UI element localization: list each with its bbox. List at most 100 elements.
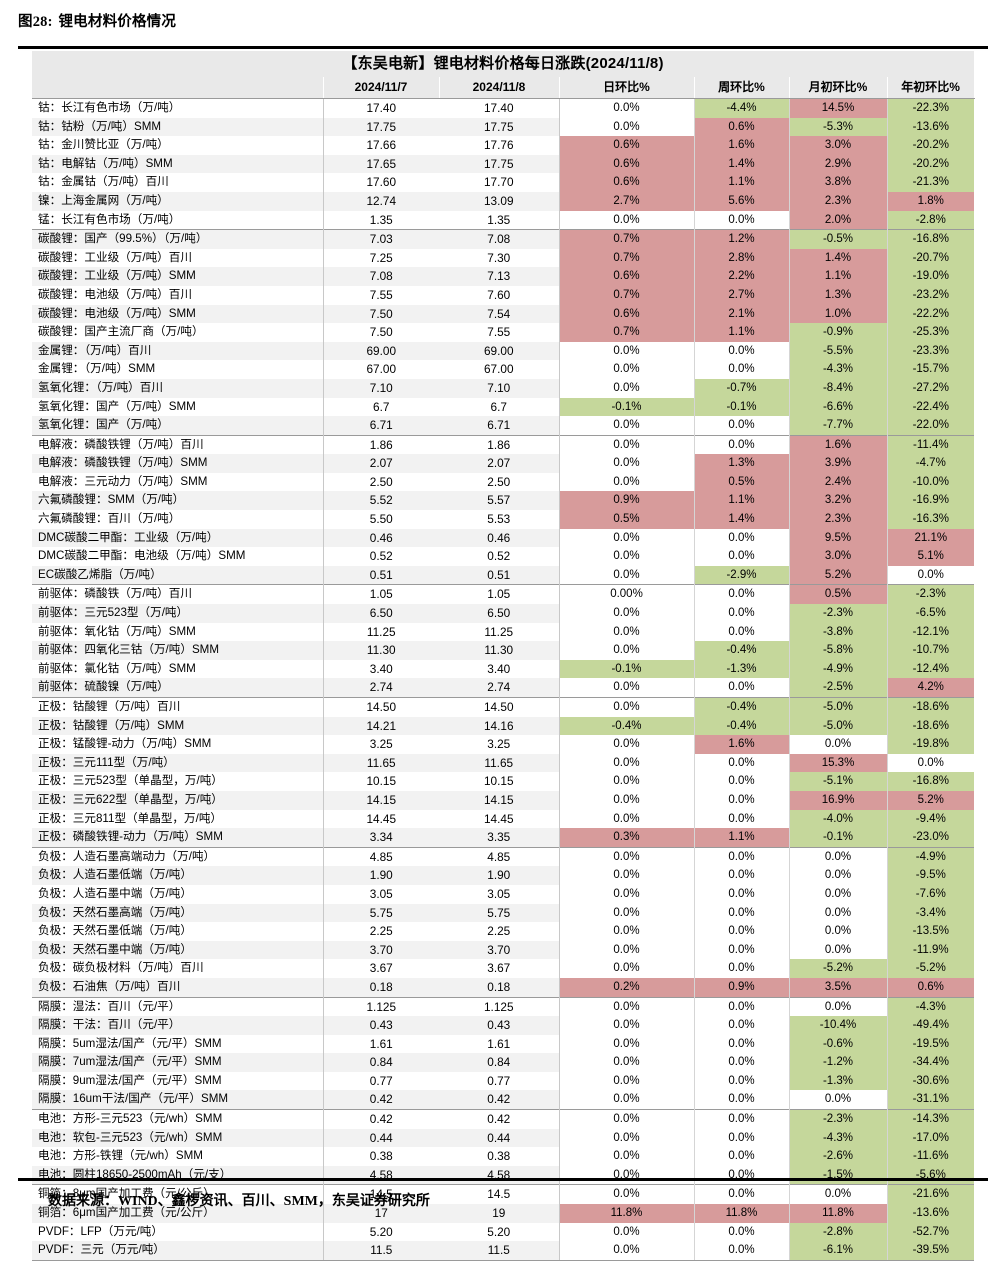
cell-price-curr: 3.35 — [439, 828, 560, 848]
cell-material-name: 负极：石油焦（万/吨）百川 — [32, 977, 324, 997]
table-row: 电池：方形-三元523（元/wh）SMM 0.42 0.42 0.0% 0.0% -2.3… — [32, 1109, 975, 1129]
cell-year-start-change: -23.2% — [887, 285, 975, 305]
cell-daily-change: 0.0% — [559, 641, 695, 660]
cell-daily-change: 0.0% — [559, 903, 695, 923]
cell-year-start-change: -20.2% — [887, 154, 975, 174]
cell-daily-change: 0.6% — [559, 154, 695, 174]
cell-material-name: 负极：碳负极材料（万/吨）百川 — [32, 959, 324, 978]
cell-month-start-change: -1.2% — [789, 1053, 888, 1072]
cell-daily-change: 0.0% — [559, 884, 695, 904]
table-row: 正极：钴酸锂（万/吨）百川 14.50 14.50 0.0% -0.4% -5.0% -18… — [32, 696, 975, 717]
cell-weekly-change: -0.4% — [694, 696, 790, 717]
cell-daily-change: 0.0% — [559, 210, 695, 230]
cell-year-start-change: 0.0% — [887, 565, 975, 585]
cell-price-curr: 5.75 — [439, 903, 560, 923]
cell-price-curr: 14.15 — [439, 790, 560, 810]
cell-month-start-change: -5.0% — [789, 716, 888, 736]
cell-year-start-change: 21.1% — [887, 528, 975, 548]
cell-month-start-change: -0.1% — [789, 828, 888, 848]
cell-month-start-change: -10.4% — [789, 1016, 888, 1035]
cell-year-start-change: 1.8% — [887, 191, 975, 211]
cell-month-start-change: 0.5% — [789, 584, 888, 605]
table-row: 隔膜：5um湿法/国产（元/平）SMM 1.61 1.61 0.0% 0.0% -0.6%… — [32, 1034, 975, 1054]
cell-daily-change: 0.6% — [559, 267, 695, 286]
cell-price-prev: 11.5 — [323, 1241, 439, 1261]
cell-year-start-change: -52.7% — [887, 1222, 975, 1242]
cell-price-curr: 11.30 — [439, 641, 560, 660]
cell-year-start-change: -22.0% — [887, 416, 975, 436]
cell-price-prev: 2.25 — [323, 922, 439, 941]
cell-price-curr: 2.50 — [439, 472, 560, 492]
cell-material-name: 前驱体：三元523型（万/吨） — [32, 604, 324, 623]
cell-price-curr: 5.53 — [439, 510, 560, 529]
cell-year-start-change: -2.3% — [887, 584, 975, 605]
cell-month-start-change: 11.8% — [789, 1204, 888, 1223]
cell-price-curr: 0.52 — [439, 547, 560, 566]
cell-material-name: 碳酸锂：工业级（万/吨）百川 — [32, 248, 324, 268]
cell-price-curr: 1.05 — [439, 584, 560, 605]
cell-month-start-change: 1.6% — [789, 434, 888, 455]
cell-daily-change: 0.6% — [559, 136, 695, 155]
cell-weekly-change: 0.0% — [694, 1071, 790, 1091]
cell-weekly-change: -4.4% — [694, 98, 790, 118]
cell-price-curr: 14.50 — [439, 696, 560, 717]
cell-price-curr: 4.85 — [439, 846, 560, 867]
cell-price-prev: 3.05 — [323, 884, 439, 904]
cell-year-start-change: -10.0% — [887, 472, 975, 492]
cell-price-prev: 4.85 — [323, 846, 439, 867]
cell-daily-change: 2.7% — [559, 191, 695, 211]
table-row: 负极：人造石墨中端（万/吨） 3.05 3.05 0.0% 0.0% 0.0% -7.6% — [32, 884, 975, 904]
table-row: 六氟磷酸锂：SMM（万/吨） 5.52 5.57 0.9% 1.1% 3.2% -16.9% — [32, 491, 975, 511]
cell-daily-change: 0.0% — [559, 1128, 695, 1148]
cell-month-start-change: -4.9% — [789, 659, 888, 679]
cell-price-curr: 6.7 — [439, 397, 560, 417]
cell-daily-change: 0.3% — [559, 828, 695, 848]
cell-weekly-change: 0.0% — [694, 584, 790, 605]
cell-daily-change: 0.0% — [559, 360, 695, 379]
table-row: 负极：天然石墨中端（万/吨） 3.70 3.70 0.0% 0.0% 0.0% -11.9% — [32, 940, 975, 960]
cell-weekly-change: 0.5% — [694, 472, 790, 492]
cell-price-prev: 1.90 — [323, 866, 439, 885]
table-row: DMC碳酸二甲酯：工业级（万/吨） 0.46 0.46 0.0% 0.0% 9.5% 21.… — [32, 528, 975, 548]
cell-price-curr: 67.00 — [439, 360, 560, 379]
cell-price-curr: 17.40 — [439, 98, 560, 118]
cell-daily-change: 0.0% — [559, 940, 695, 960]
cell-weekly-change: 1.1% — [694, 323, 790, 342]
cell-material-name: 电解液：三元动力（万/吨）SMM — [32, 472, 324, 492]
cell-weekly-change: 0.0% — [694, 809, 790, 829]
cell-price-prev: 0.44 — [323, 1128, 439, 1148]
cell-price-prev: 1.86 — [323, 434, 439, 455]
cell-price-prev: 12.74 — [323, 191, 439, 211]
cell-price-prev: 17.40 — [323, 98, 439, 118]
cell-daily-change: 0.7% — [559, 248, 695, 268]
cell-month-start-change: -5.5% — [789, 341, 888, 361]
cell-month-start-change: 2.3% — [789, 510, 888, 529]
cell-weekly-change: 0.0% — [694, 1109, 790, 1129]
cell-daily-change: 0.0% — [559, 1034, 695, 1054]
cell-price-curr: 0.43 — [439, 1016, 560, 1035]
cell-month-start-change: 14.5% — [789, 98, 888, 118]
cell-weekly-change: 0.0% — [694, 846, 790, 867]
cell-price-prev: 0.42 — [323, 1090, 439, 1110]
cell-weekly-change: 2.1% — [694, 304, 790, 324]
cell-weekly-change: -0.4% — [694, 716, 790, 736]
cell-month-start-change: 2.3% — [789, 191, 888, 211]
cell-price-curr: 0.18 — [439, 977, 560, 997]
cell-month-start-change: 3.9% — [789, 454, 888, 473]
cell-price-curr: 11.65 — [439, 753, 560, 773]
cell-weekly-change: 0.0% — [694, 622, 790, 642]
cell-month-start-change: 0.0% — [789, 735, 888, 754]
table-row: 金属锂：（万/吨）SMM 67.00 67.00 0.0% 0.0% -4.3% -15.7… — [32, 360, 975, 379]
cell-price-curr: 1.90 — [439, 866, 560, 885]
cell-price-prev: 0.46 — [323, 528, 439, 548]
cell-price-curr: 2.25 — [439, 922, 560, 941]
cell-year-start-change: -25.3% — [887, 323, 975, 342]
cell-price-curr: 1.61 — [439, 1034, 560, 1054]
cell-price-prev: 67.00 — [323, 360, 439, 379]
cell-price-prev: 7.25 — [323, 248, 439, 268]
cell-year-start-change: -12.4% — [887, 659, 975, 679]
cell-price-curr: 3.05 — [439, 884, 560, 904]
cell-weekly-change: 0.0% — [694, 1128, 790, 1148]
cell-daily-change: 0.7% — [559, 323, 695, 342]
cell-year-start-change: -22.4% — [887, 397, 975, 417]
